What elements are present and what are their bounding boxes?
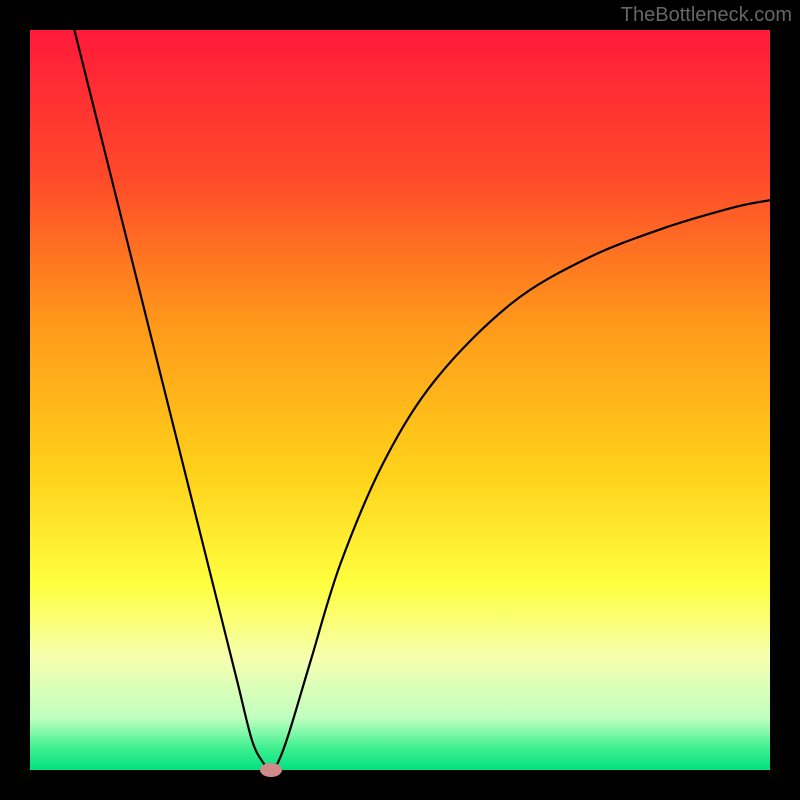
- curve-svg: [30, 30, 770, 770]
- watermark-text: TheBottleneck.com: [621, 4, 792, 27]
- chart-container: TheBottleneck.com: [0, 0, 800, 800]
- bottleneck-curve: [74, 30, 770, 770]
- minimum-marker: [260, 763, 282, 777]
- plot-area: [30, 30, 770, 770]
